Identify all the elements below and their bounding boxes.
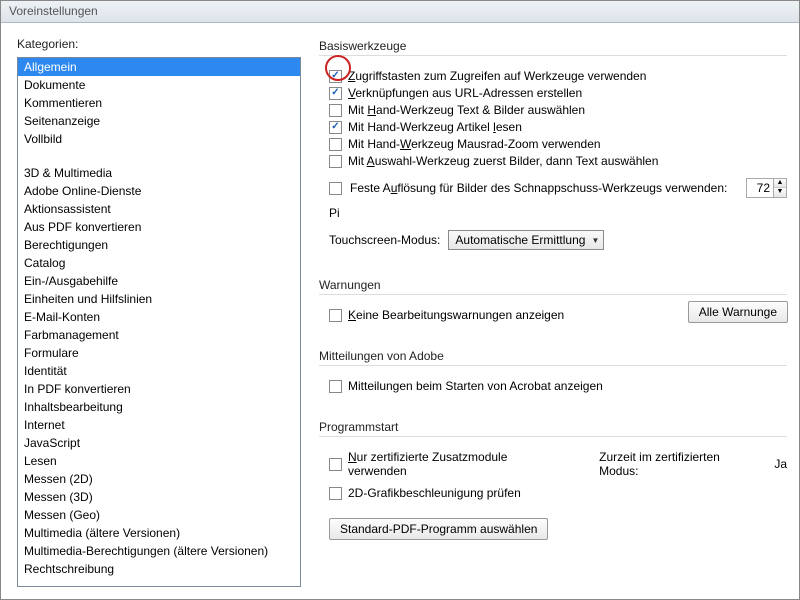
chk-2d-accel[interactable]: [329, 487, 342, 500]
category-item[interactable]: Messen (Geo): [18, 506, 300, 524]
chk-certified-only[interactable]: [329, 458, 342, 471]
category-item[interactable]: Vollbild: [18, 130, 300, 148]
spinner-up-icon[interactable]: ▲: [774, 179, 786, 188]
chk-hand-select[interactable]: [329, 104, 342, 117]
chk-select-order[interactable]: [329, 155, 342, 168]
chk-no-edit-warn[interactable]: [329, 309, 342, 322]
category-item[interactable]: Internet: [18, 416, 300, 434]
spinner-down-icon[interactable]: ▼: [774, 188, 786, 197]
chk-certified-only-label: Nur zertifizierte Zusatzmodule verwenden: [348, 450, 569, 478]
group-basic-title: Basiswerkzeuge: [319, 37, 787, 56]
category-item[interactable]: Inhaltsbearbeitung: [18, 398, 300, 416]
category-item[interactable]: E-Mail-Konten: [18, 308, 300, 326]
group-warnings-title: Warnungen: [319, 276, 787, 295]
category-item[interactable]: Aktionsassistent: [18, 200, 300, 218]
group-warnings: Warnungen Keine Bearbeitungswarnungen an…: [319, 276, 787, 333]
chk-hand-zoom-label: Mit Hand-Werkzeug Mausrad-Zoom verwenden: [348, 137, 601, 151]
dialog-content: Kategorien: AllgemeinDokumenteKommentier…: [1, 23, 799, 599]
category-item[interactable]: In PDF konvertieren: [18, 380, 300, 398]
category-item[interactable]: JavaScript: [18, 434, 300, 452]
chk-url-links[interactable]: [329, 87, 342, 100]
window-title: Voreinstellungen: [9, 4, 98, 18]
category-item[interactable]: Multimedia-Berechtigungen (ältere Versio…: [18, 542, 300, 560]
categories-label: Kategorien:: [17, 37, 301, 51]
category-item[interactable]: Kommentieren: [18, 94, 300, 112]
resolution-spinner[interactable]: ▲▼: [746, 178, 787, 198]
category-item[interactable]: Identität: [18, 362, 300, 380]
category-item[interactable]: Formulare: [18, 344, 300, 362]
chk-hand-zoom[interactable]: [329, 138, 342, 151]
certified-status-value: Ja: [774, 457, 787, 471]
category-item[interactable]: Ein-/Ausgabehilfe: [18, 272, 300, 290]
category-item[interactable]: Berechtigungen: [18, 236, 300, 254]
category-item[interactable]: Aus PDF konvertieren: [18, 218, 300, 236]
categories-listbox[interactable]: AllgemeinDokumenteKommentierenSeitenanze…: [17, 57, 301, 587]
chk-url-links-label: Verknüpfungen aus URL-Adressen erstellen: [348, 86, 582, 100]
category-item[interactable]: Allgemein: [18, 58, 300, 76]
certified-status-label: Zurzeit im zertifizierten Modus:: [599, 450, 762, 478]
category-item[interactable]: 3D & Multimedia: [18, 164, 300, 182]
touchscreen-label: Touchscreen-Modus:: [329, 233, 440, 247]
list-spacer: [18, 148, 300, 164]
chk-no-edit-warn-label: Keine Bearbeitungswarnungen anzeigen: [348, 308, 564, 322]
group-startup: Programmstart Nur zertifizierte Zusatzmo…: [319, 418, 787, 548]
chk-select-order-label: Mit Auswahl-Werkzeug zuerst Bilder, dann…: [348, 154, 658, 168]
category-item[interactable]: Farbmanagement: [18, 326, 300, 344]
category-item[interactable]: Messen (3D): [18, 488, 300, 506]
category-item[interactable]: Einheiten und Hilfslinien: [18, 290, 300, 308]
window-titlebar: Voreinstellungen: [1, 1, 799, 23]
category-item[interactable]: Lesen: [18, 452, 300, 470]
chk-show-messages-label: Mitteilungen beim Starten von Acrobat an…: [348, 379, 603, 393]
chk-access-keys[interactable]: [329, 70, 342, 83]
group-notices-title: Mitteilungen von Adobe: [319, 347, 787, 366]
category-item[interactable]: Messen (2D): [18, 470, 300, 488]
chk-show-messages[interactable]: [329, 380, 342, 393]
group-basic-tools: Basiswerkzeuge Zugriffstasten zum Zugrei…: [319, 37, 787, 262]
category-item[interactable]: Seitenanzeige: [18, 112, 300, 130]
settings-panel: Basiswerkzeuge Zugriffstasten zum Zugrei…: [319, 37, 787, 599]
touchscreen-value: Automatische Ermittlung: [455, 233, 585, 247]
category-item[interactable]: Multimedia (ältere Versionen): [18, 524, 300, 542]
category-item[interactable]: Adobe Online-Dienste: [18, 182, 300, 200]
chk-hand-read-label: Mit Hand-Werkzeug Artikel lesen: [348, 120, 522, 134]
categories-panel: Kategorien: AllgemeinDokumenteKommentier…: [17, 37, 301, 599]
group-startup-title: Programmstart: [319, 418, 787, 437]
resolution-input[interactable]: [747, 179, 773, 197]
resolution-unit: Pi: [329, 206, 340, 220]
category-item[interactable]: Dokumente: [18, 76, 300, 94]
category-item[interactable]: Rechtschreibung: [18, 560, 300, 578]
chk-fixed-resolution[interactable]: [329, 182, 342, 195]
group-notices: Mitteilungen von Adobe Mitteilungen beim…: [319, 347, 787, 404]
chk-hand-select-label: Mit Hand-Werkzeug Text & Bilder auswähle…: [348, 103, 585, 117]
reset-warnings-button[interactable]: Alle Warnunge: [688, 301, 788, 323]
touchscreen-dropdown[interactable]: Automatische Ermittlung ▼: [448, 230, 604, 250]
chk-access-keys-label: Zugriffstasten zum Zugreifen auf Werkzeu…: [348, 69, 646, 83]
default-pdf-app-button[interactable]: Standard-PDF-Programm auswählen: [329, 518, 548, 540]
chk-fixed-resolution-label: Feste Auflösung für Bilder des Schnappsc…: [350, 181, 727, 195]
chk-2d-accel-label: 2D-Grafikbeschleunigung prüfen: [348, 486, 521, 500]
chk-hand-read[interactable]: [329, 121, 342, 134]
chevron-down-icon: ▼: [591, 236, 599, 245]
category-item[interactable]: Catalog: [18, 254, 300, 272]
